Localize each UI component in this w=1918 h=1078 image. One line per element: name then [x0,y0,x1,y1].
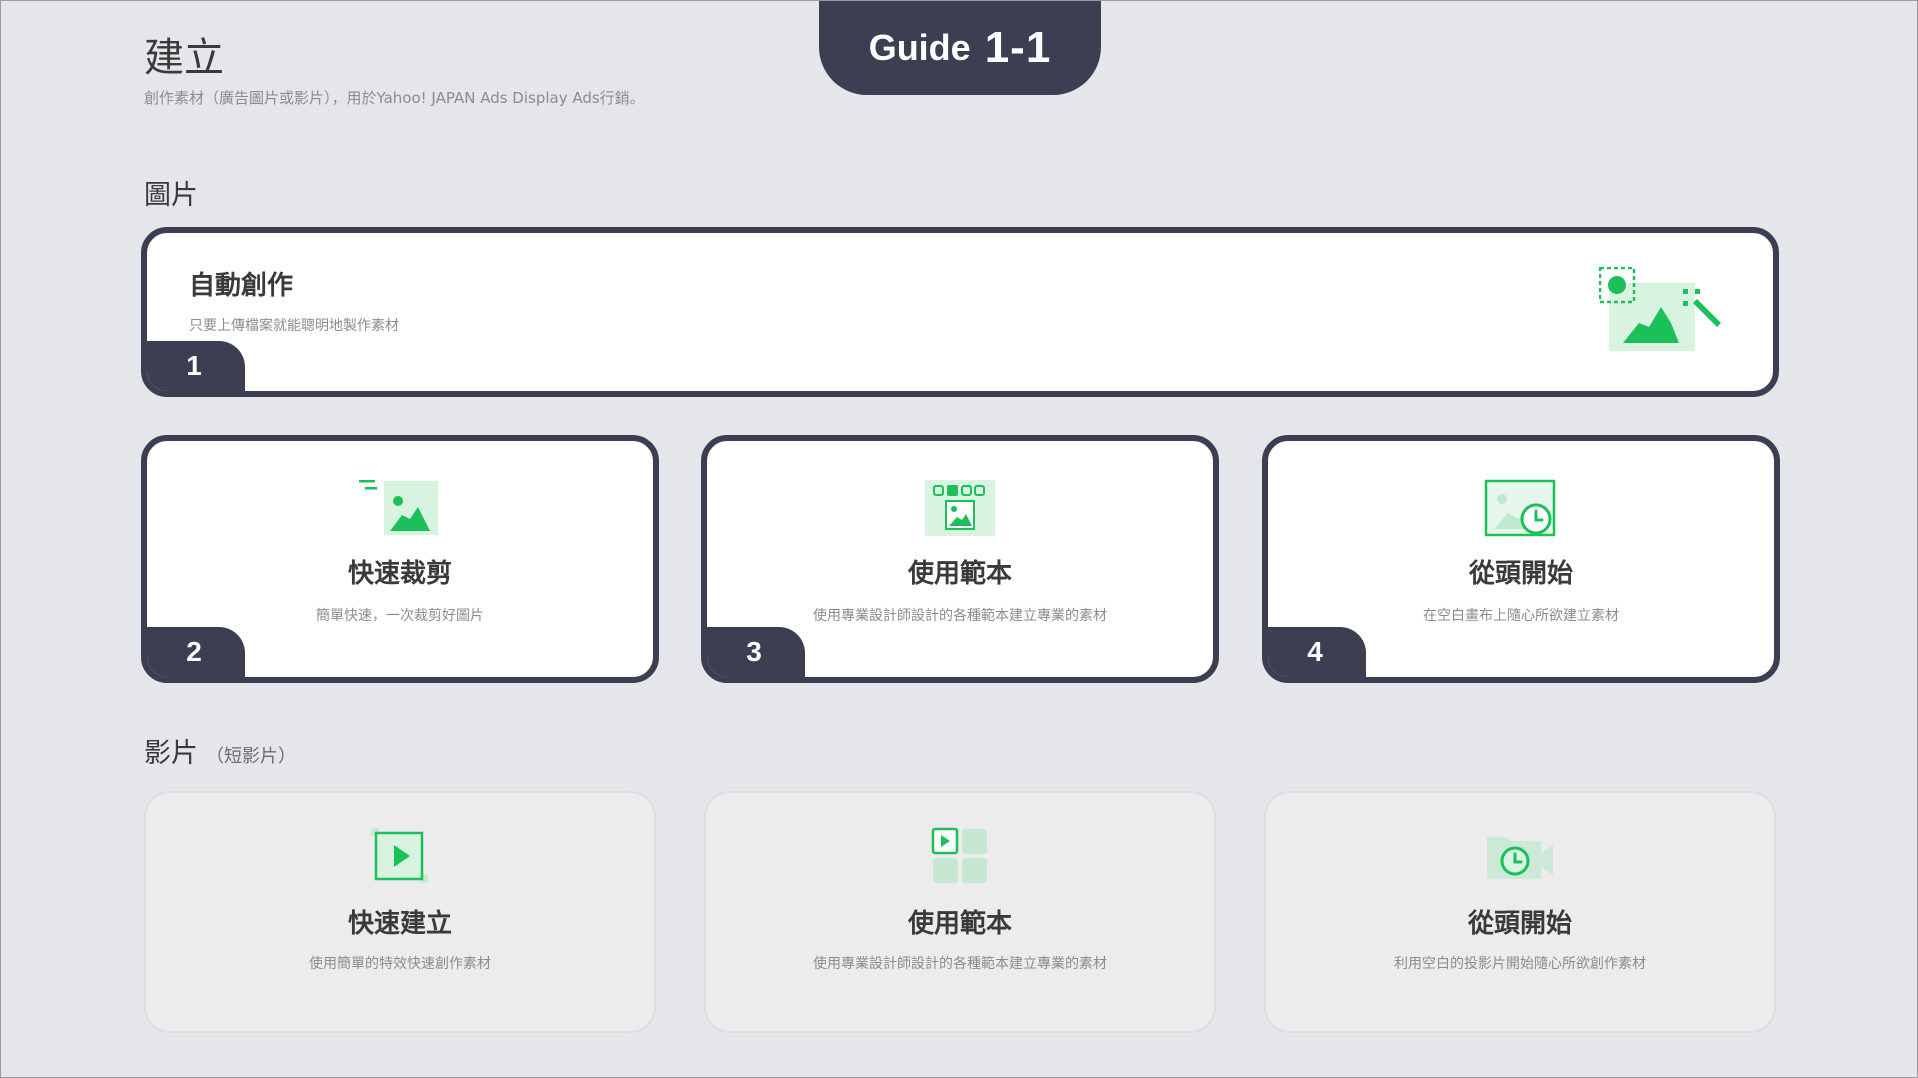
image-section-title: 圖片 [144,180,198,211]
auto-create-desc: 只要上傳檔案就能聰明地製作素材 [189,318,399,334]
template-icon [924,479,996,541]
template-title: 使用範本 [907,559,1012,589]
quick-crop-icon [358,479,442,541]
video-quick-title: 快速建立 [347,909,452,939]
video-quick-card[interactable]: 快速建立 使用簡單的特效快速創作素材 [144,791,656,1033]
video-quick-desc: 使用簡單的特效快速創作素材 [309,956,491,972]
video-section-title: 影片 （短影片） [144,731,296,770]
video-blank-icon [1485,827,1555,889]
quick-crop-desc: 簡單快速，一次裁剪好圖片 [316,608,484,624]
video-blank-title: 從頭開始 [1467,909,1572,939]
video-template-desc: 使用專業設計師設計的各種範本建立專業的素材 [813,956,1107,972]
guide-number: 1-1 [984,23,1052,72]
auto-create-title: 自動創作 [189,271,294,301]
step-badge-4: 4 [1268,627,1366,677]
blank-canvas-title: 從頭開始 [1468,559,1573,589]
step-badge-1: 1 [147,341,245,391]
template-card[interactable]: 使用範本 使用專業設計師設計的各種範本建立專業的素材 3 [701,435,1219,683]
video-template-card[interactable]: 使用範本 使用專業設計師設計的各種範本建立專業的素材 [704,791,1216,1033]
quick-crop-card[interactable]: 快速裁剪 簡單快速，一次裁剪好圖片 2 [141,435,659,683]
blank-canvas-icon [1484,479,1558,543]
video-template-title: 使用範本 [907,909,1012,939]
guide-label: Guide [868,27,971,68]
auto-create-icon [1598,266,1723,359]
page-title: 建立 [144,35,224,81]
video-blank-desc: 利用空白的投影片開始隨心所欲創作素材 [1394,956,1646,972]
step-badge-2: 2 [147,627,245,677]
blank-canvas-desc: 在空白畫布上隨心所欲建立素材 [1423,608,1619,624]
template-desc: 使用專業設計師設計的各種範本建立專業的素材 [813,608,1107,624]
blank-canvas-card[interactable]: 從頭開始 在空白畫布上隨心所欲建立素材 4 [1262,435,1780,683]
auto-create-card[interactable]: 自動創作 只要上傳檔案就能聰明地製作素材 1 [141,227,1779,397]
step-badge-3: 3 [707,627,805,677]
quick-crop-title: 快速裁剪 [347,559,452,589]
video-section-label: 影片 [144,738,198,769]
video-template-icon [931,827,989,889]
page-subtitle: 創作素材（廣告圖片或影片），用於Yahoo! JAPAN Ads Display… [144,89,645,107]
video-quick-icon [370,827,430,889]
video-section-note: （短影片） [206,746,296,767]
guide-tab: Guide 1-1 [819,1,1101,95]
video-blank-card[interactable]: 從頭開始 利用空白的投影片開始隨心所欲創作素材 [1264,791,1776,1033]
